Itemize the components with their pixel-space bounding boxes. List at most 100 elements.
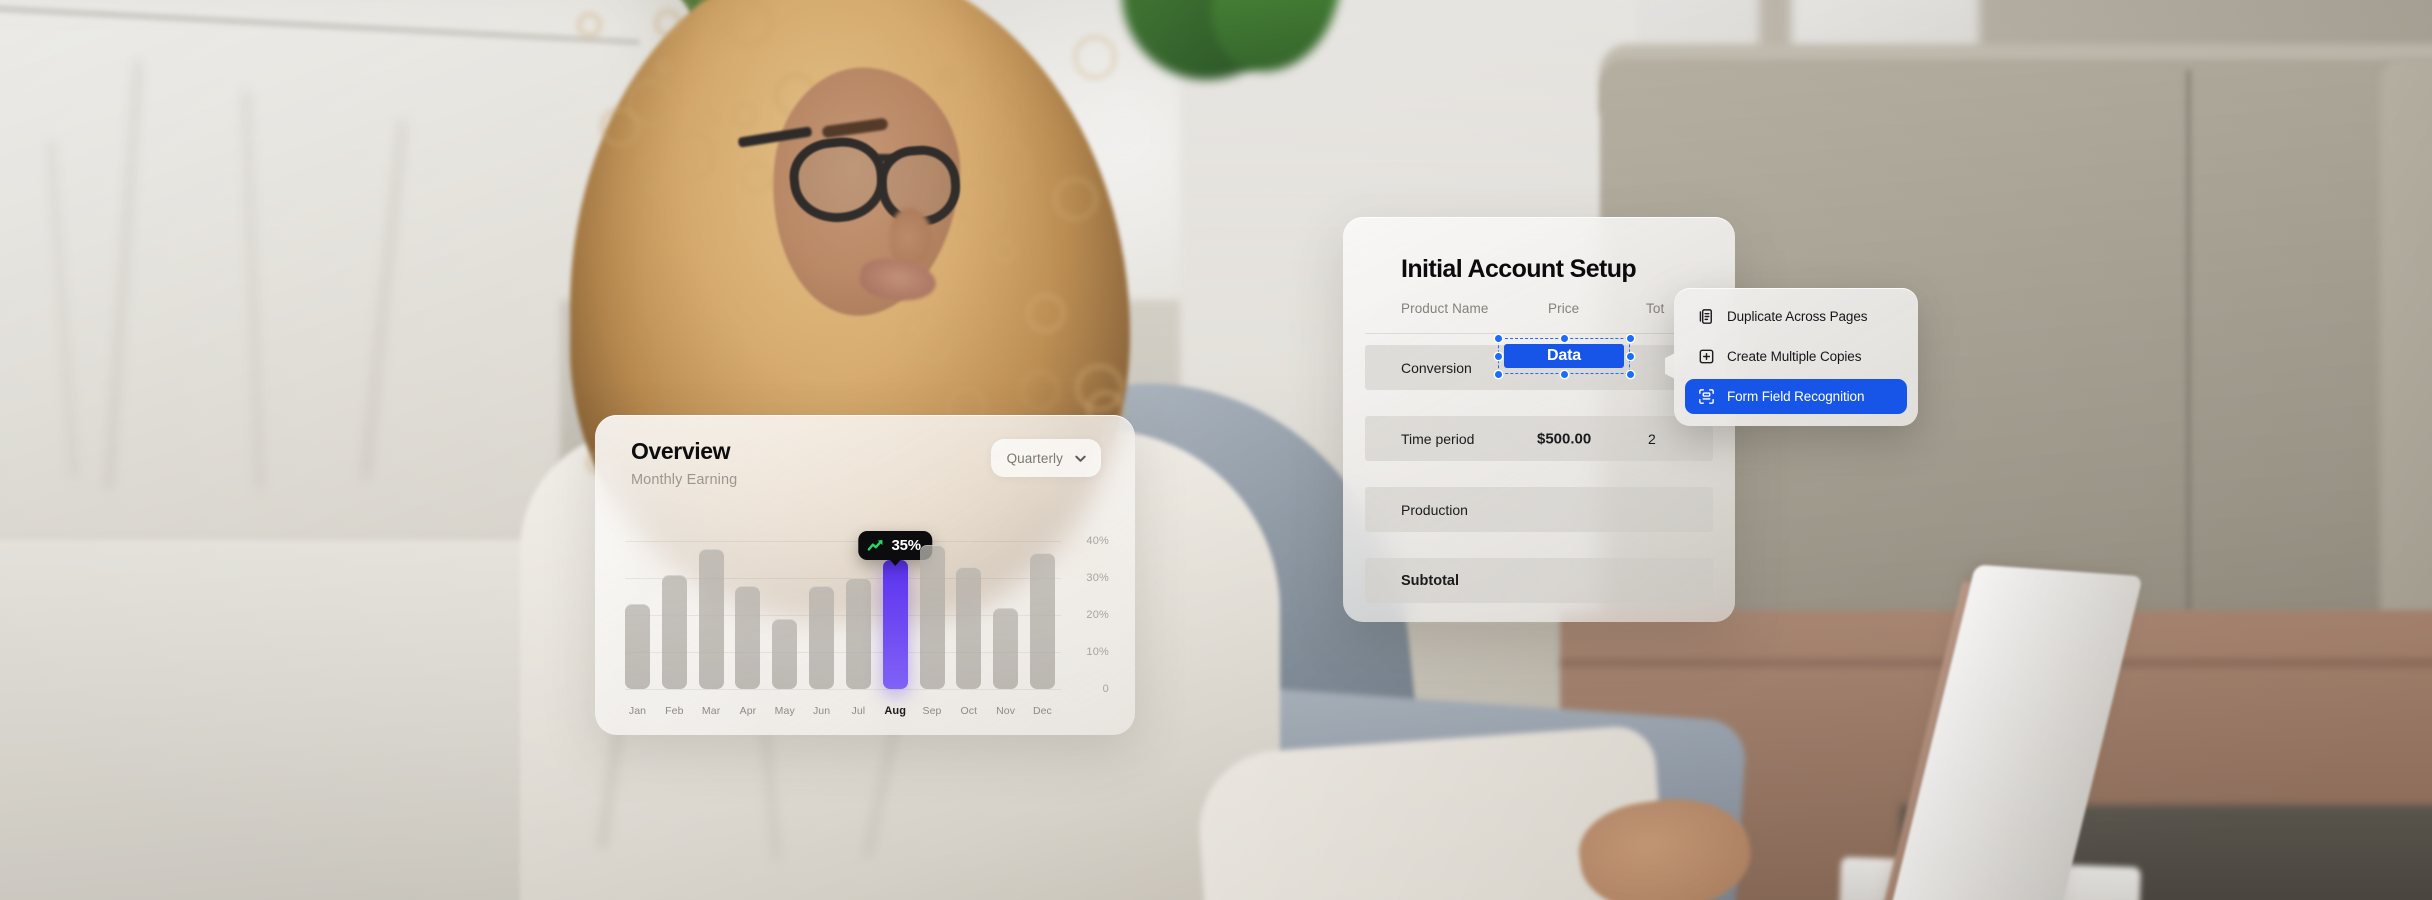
bar-column[interactable] bbox=[809, 523, 834, 689]
bar-column[interactable] bbox=[993, 523, 1018, 689]
menu-item-create-multiple-copies[interactable]: Create Multiple Copies bbox=[1685, 339, 1907, 374]
x-axis-label: Jan bbox=[625, 705, 650, 717]
bar-column[interactable] bbox=[772, 523, 797, 689]
period-dropdown[interactable]: Quarterly bbox=[991, 439, 1101, 477]
resize-handle-bottom-left[interactable] bbox=[1495, 371, 1502, 378]
resize-handle-bottom-center[interactable] bbox=[1561, 371, 1568, 378]
resize-handle-top-right[interactable] bbox=[1627, 335, 1634, 342]
bar[interactable] bbox=[662, 575, 687, 689]
trending-up-icon bbox=[867, 538, 884, 553]
cell-total: 2 bbox=[1648, 431, 1656, 447]
hair-curl bbox=[956, 177, 1006, 227]
glasses-bridge bbox=[878, 154, 894, 162]
y-axis-tick: 10% bbox=[1086, 646, 1109, 658]
bar-chart-plot: 0 10% 20% 30% 40% 35% bbox=[625, 523, 1113, 689]
page-title: Initial Account Setup bbox=[1401, 255, 1636, 284]
menu-item-label: Create Multiple Copies bbox=[1727, 349, 1861, 364]
bar[interactable] bbox=[993, 608, 1018, 689]
bar[interactable] bbox=[699, 549, 724, 689]
x-axis-label: Jul bbox=[846, 705, 871, 717]
resize-handle-bottom-right[interactable] bbox=[1627, 371, 1634, 378]
hair-curl bbox=[1018, 368, 1062, 412]
x-axis-label: May bbox=[772, 705, 797, 717]
bars-group: 35% bbox=[625, 523, 1055, 689]
x-axis-label: Oct bbox=[956, 705, 981, 717]
column-header-product-name: Product Name bbox=[1401, 301, 1489, 316]
cell-product-name: Time period bbox=[1401, 431, 1474, 447]
bar[interactable] bbox=[956, 567, 981, 689]
table-row-subtotal[interactable]: Subtotal bbox=[1365, 558, 1713, 603]
hair-curl bbox=[900, 310, 954, 364]
overview-chart-card: Overview Monthly Earning Quarterly 0 10% 2… bbox=[595, 415, 1135, 735]
table-row[interactable]: Production bbox=[1365, 487, 1713, 532]
hair-curl bbox=[724, 0, 774, 48]
tooltip-value: 35% bbox=[891, 537, 920, 554]
form-scan-icon bbox=[1697, 387, 1716, 406]
bar-column[interactable] bbox=[625, 523, 650, 689]
x-axis-label: Sep bbox=[920, 705, 945, 717]
bar[interactable] bbox=[809, 586, 834, 689]
x-axis-label: Mar bbox=[699, 705, 724, 717]
y-axis-tick: 20% bbox=[1086, 609, 1109, 621]
bar-column[interactable]: 35% bbox=[883, 523, 908, 689]
y-axis-tick: 0 bbox=[1103, 683, 1109, 695]
menu-item-form-field-recognition[interactable]: Form Field Recognition bbox=[1685, 379, 1907, 414]
bar-column[interactable] bbox=[956, 523, 981, 689]
bar-column[interactable] bbox=[699, 523, 724, 689]
hair-curl bbox=[695, 7, 726, 38]
x-axis-labels: Jan Feb Mar Apr May Jun Jul Aug Sep Oct Nov Dec bbox=[625, 705, 1055, 717]
hair-curl bbox=[599, 106, 641, 148]
hair-curl bbox=[731, 101, 759, 129]
bar[interactable] bbox=[735, 586, 760, 689]
resize-handle-middle-left[interactable] bbox=[1495, 353, 1502, 360]
menu-item-duplicate-across-pages[interactable]: Duplicate Across Pages bbox=[1685, 299, 1907, 334]
menu-item-label: Duplicate Across Pages bbox=[1727, 309, 1867, 324]
x-axis-label: Nov bbox=[993, 705, 1018, 717]
resize-handle-middle-right[interactable] bbox=[1627, 353, 1634, 360]
hair-curl bbox=[666, 130, 717, 181]
bar[interactable] bbox=[1030, 553, 1055, 689]
sofa-arm bbox=[2380, 58, 2432, 698]
hair-curl bbox=[655, 58, 672, 75]
column-header-total: Tot bbox=[1646, 301, 1664, 316]
hair-curl bbox=[638, 153, 658, 173]
card-title: Overview bbox=[631, 438, 730, 465]
background-photo bbox=[0, 0, 2432, 900]
hair-curl bbox=[643, 179, 663, 199]
plus-box-icon bbox=[1697, 347, 1716, 366]
y-axis-tick: 40% bbox=[1086, 535, 1109, 547]
hair-curl bbox=[952, 67, 983, 98]
duplicate-pages-icon bbox=[1697, 307, 1716, 326]
chevron-down-icon bbox=[1073, 451, 1088, 466]
bar[interactable] bbox=[846, 578, 871, 689]
nose bbox=[890, 208, 932, 266]
resize-handle-top-center[interactable] bbox=[1561, 335, 1568, 342]
menu-item-label: Form Field Recognition bbox=[1727, 389, 1864, 404]
resize-handle-top-left[interactable] bbox=[1495, 335, 1502, 342]
hair-curl bbox=[697, 108, 719, 130]
bar[interactable] bbox=[772, 619, 797, 689]
bar-column[interactable] bbox=[1030, 523, 1055, 689]
x-axis-label: Apr bbox=[735, 705, 760, 717]
data-field-value[interactable]: Data bbox=[1504, 344, 1624, 368]
x-axis-label: Jun bbox=[809, 705, 834, 717]
bar-column[interactable] bbox=[662, 523, 687, 689]
selected-form-field[interactable]: Data bbox=[1498, 338, 1630, 374]
table-row[interactable]: Time period $500.00 2 bbox=[1365, 416, 1713, 461]
period-dropdown-value: Quarterly bbox=[1007, 451, 1063, 466]
hair-curl bbox=[710, 336, 734, 360]
bar-highlighted[interactable] bbox=[883, 560, 908, 689]
hair-curl bbox=[739, 160, 774, 195]
bar-column[interactable] bbox=[735, 523, 760, 689]
bar[interactable] bbox=[920, 545, 945, 689]
hair-curl bbox=[991, 238, 1018, 265]
hair-curl bbox=[576, 11, 604, 39]
hair-curl bbox=[1052, 176, 1098, 222]
context-menu: Duplicate Across Pages Create Multiple C… bbox=[1674, 288, 1918, 426]
bar[interactable] bbox=[625, 604, 650, 689]
y-axis-tick: 30% bbox=[1086, 572, 1109, 584]
hair-curl bbox=[1072, 34, 1119, 81]
bar-column[interactable] bbox=[920, 523, 945, 689]
cell-price: $500.00 bbox=[1537, 430, 1591, 447]
x-axis-label: Dec bbox=[1030, 705, 1055, 717]
